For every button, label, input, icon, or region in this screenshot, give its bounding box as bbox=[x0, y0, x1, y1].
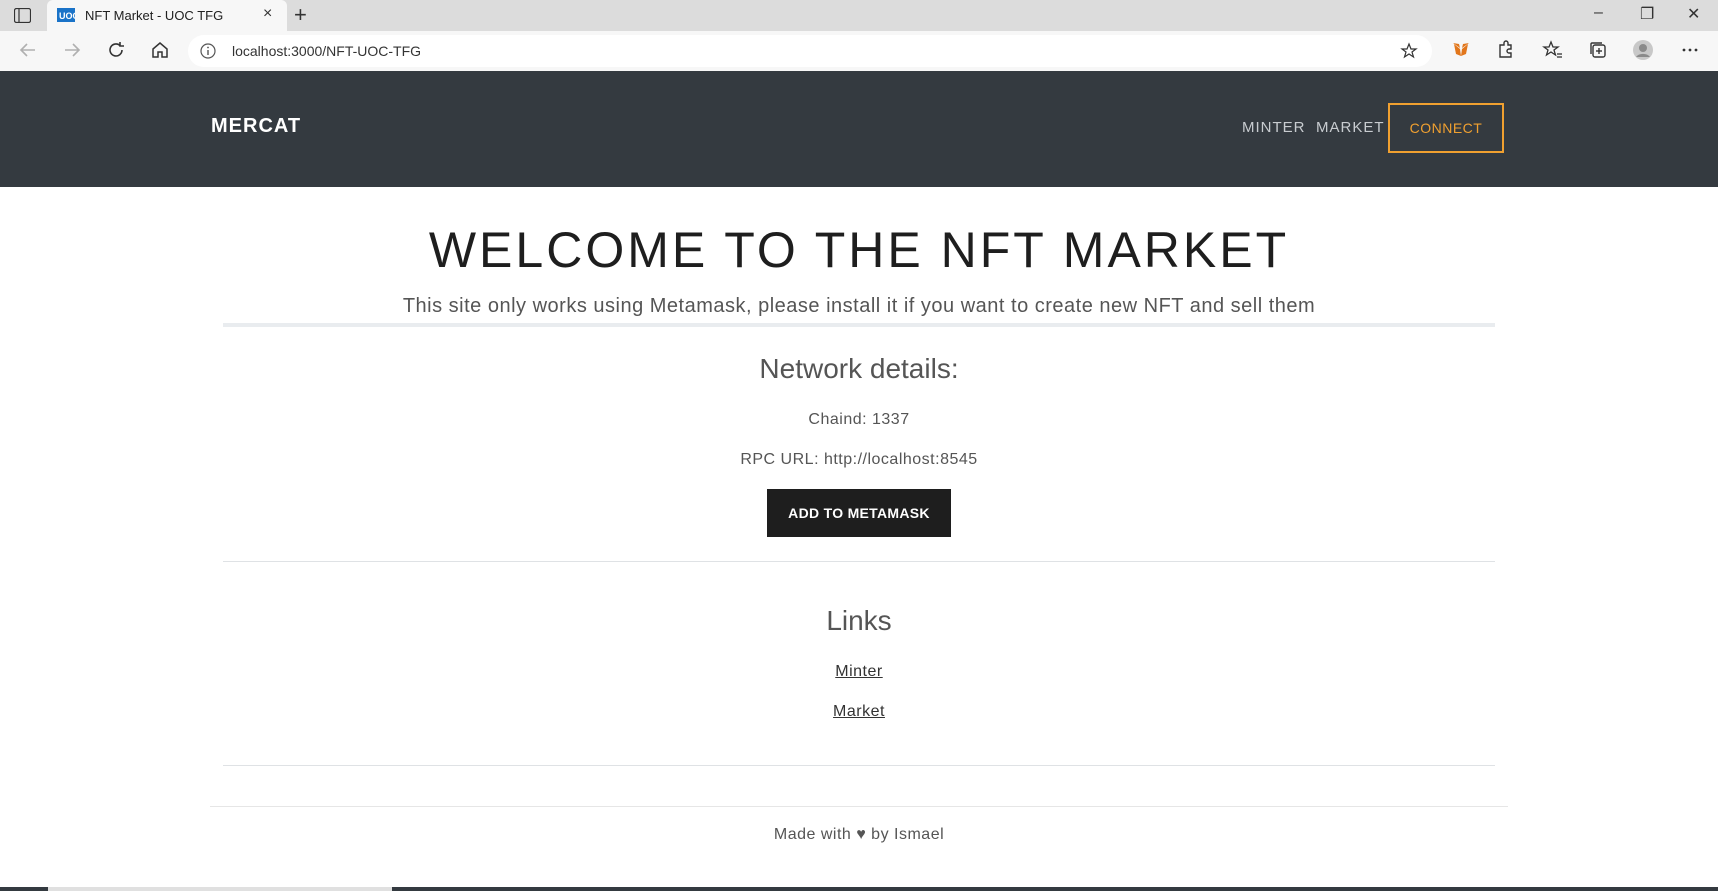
divider bbox=[223, 561, 1495, 562]
refresh-icon[interactable] bbox=[105, 39, 127, 61]
add-favorite-icon[interactable] bbox=[1400, 42, 1418, 60]
close-window-icon[interactable]: ✕ bbox=[1687, 4, 1700, 24]
forward-icon[interactable] bbox=[61, 39, 83, 61]
tab-title: NFT Market - UOC TFG bbox=[85, 8, 224, 23]
brand-logo[interactable]: MERCAT bbox=[211, 115, 301, 138]
minimize-icon[interactable]: – bbox=[1594, 4, 1603, 22]
bottom-strip bbox=[0, 887, 1718, 891]
favorites-icon[interactable] bbox=[1542, 39, 1564, 61]
browser-tab-bar: UOC NFT Market - UOC TFG × + – ❐ ✕ bbox=[0, 0, 1718, 31]
add-to-metamask-button[interactable]: ADD TO METAMASK bbox=[767, 489, 951, 537]
collections-icon[interactable] bbox=[1587, 39, 1609, 61]
browser-toolbar: localhost:3000/NFT-UOC-TFG bbox=[0, 31, 1718, 72]
browser-tab[interactable]: UOC NFT Market - UOC TFG × bbox=[47, 0, 287, 31]
connect-button[interactable]: CONNECT bbox=[1388, 103, 1504, 153]
divider bbox=[223, 323, 1495, 327]
footer-divider bbox=[210, 806, 1508, 807]
page-title: WELCOME TO THE NFT MARKET bbox=[428, 222, 1290, 278]
site-favicon-icon: UOC bbox=[57, 8, 75, 22]
minter-link[interactable]: Minter bbox=[835, 663, 882, 680]
nav-minter-link[interactable]: MINTER bbox=[1242, 119, 1306, 136]
restore-icon[interactable]: ❐ bbox=[1640, 4, 1654, 24]
rpc-url-text: RPC URL: http://localhost:8545 bbox=[740, 451, 978, 468]
market-link-row: Market bbox=[223, 703, 1495, 721]
back-icon[interactable] bbox=[17, 39, 39, 61]
metamask-extension-icon[interactable] bbox=[1450, 39, 1472, 61]
divider bbox=[223, 765, 1495, 766]
site-navbar: MERCAT MINTER MARKET CONNECT bbox=[0, 71, 1718, 187]
nav-market-link[interactable]: MARKET bbox=[1316, 119, 1385, 136]
new-tab-button[interactable]: + bbox=[294, 2, 307, 28]
extensions-icon[interactable] bbox=[1494, 39, 1516, 61]
url-text[interactable]: localhost:3000/NFT-UOC-TFG bbox=[232, 43, 421, 59]
market-link[interactable]: Market bbox=[833, 703, 885, 720]
minter-link-row: Minter bbox=[223, 663, 1495, 681]
address-bar[interactable]: localhost:3000/NFT-UOC-TFG bbox=[188, 35, 1432, 67]
chain-id-text: Chaind: 1337 bbox=[808, 411, 910, 428]
home-icon[interactable] bbox=[149, 39, 171, 61]
tab-actions-icon[interactable] bbox=[14, 8, 31, 23]
site-footer: Made with ♥ by Ismael bbox=[773, 826, 945, 843]
site-info-icon[interactable] bbox=[200, 43, 216, 59]
svg-text:UOC: UOC bbox=[59, 11, 75, 21]
more-options-icon[interactable] bbox=[1679, 39, 1701, 61]
page-subtitle: This site only works using Metamask, ple… bbox=[402, 295, 1316, 317]
network-details-heading: Network details: bbox=[759, 353, 959, 384]
profile-avatar-icon[interactable] bbox=[1632, 39, 1654, 61]
close-tab-icon[interactable]: × bbox=[263, 5, 272, 23]
links-heading: Links bbox=[826, 605, 892, 636]
